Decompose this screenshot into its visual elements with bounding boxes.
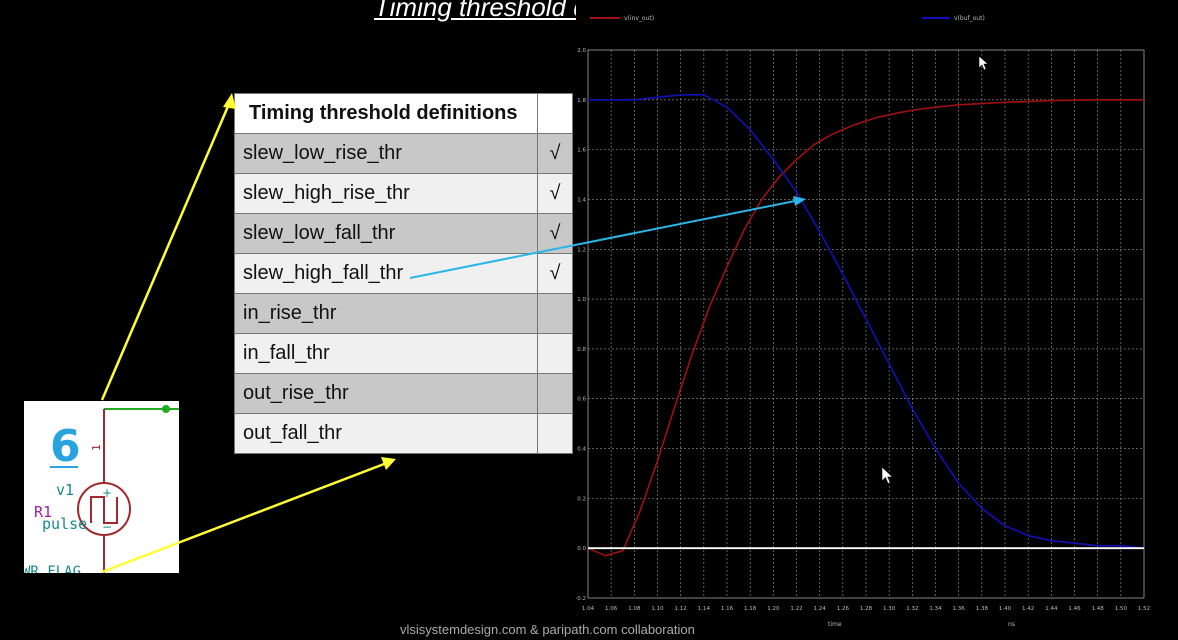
x-tick-label: 1.26 — [837, 606, 850, 612]
y-tick-label: 1.8 — [577, 98, 586, 104]
x-tick-label: 1.34 — [929, 606, 942, 612]
y-tick-label: -0.2 — [576, 596, 586, 602]
plus-sign: + — [102, 486, 112, 500]
x-tick-label: 1.42 — [1022, 606, 1034, 612]
table-header-check-cell — [537, 93, 573, 134]
y-tick-label: 1.2 — [577, 247, 586, 253]
x-tick-label: 1.20 — [767, 606, 780, 612]
legend-entry-inv-out: v(inv_out) — [624, 15, 654, 22]
minus-sign: − — [102, 520, 112, 534]
x-tick-label: 1.46 — [1068, 606, 1081, 612]
checkmark — [537, 373, 573, 414]
table-row: in_fall_thr — [234, 333, 573, 374]
x-tick-label: 1.10 — [651, 606, 664, 612]
flag-label: WR_FLAG — [24, 564, 81, 573]
x-tick-label: 1.08 — [628, 606, 641, 612]
x-tick-label: 1.28 — [860, 606, 873, 612]
threshold-name: slew_low_fall_thr — [234, 213, 538, 254]
table-row: out_fall_thr — [234, 413, 573, 454]
x-axis-unit: ns — [1008, 621, 1015, 628]
waveform-viewer: 1.04 1.06 1.08 1.10 1.12 1.14 1.16 1.18 1.20 1.22… — [576, 0, 1178, 640]
mouse-cursor-icon — [978, 55, 989, 71]
y-tick-label: 0.6 — [577, 397, 586, 403]
x-tick-label: 1.38 — [976, 606, 989, 612]
y-tick-label: 1.6 — [577, 148, 586, 154]
y-tick-label: 1.4 — [577, 197, 586, 203]
x-axis-label: time — [828, 621, 842, 628]
checkmark: √ — [537, 213, 573, 254]
y-tick-label: 0.4 — [577, 447, 586, 453]
pulse-source-schematic: 6 1 + − v1 R1 pulse WR_FLAG — [24, 405, 179, 573]
table-header-row: Timing threshold definitions — [234, 93, 573, 134]
pin-number: 1 — [90, 444, 103, 451]
table-row: in_rise_thr — [234, 293, 573, 334]
table-header-cell: Timing threshold definitions — [234, 93, 538, 134]
x-tick-label: 1.06 — [605, 606, 618, 612]
x-tick-label: 1.40 — [999, 606, 1012, 612]
checkmark — [537, 293, 573, 334]
x-tick-label: 1.22 — [790, 606, 802, 612]
table-row: slew_high_fall_thr √ — [234, 253, 573, 294]
x-tick-label: 1.50 — [1115, 606, 1128, 612]
legend-entry-buf-out: v(buf_out) — [954, 15, 985, 22]
y-tick-label: 0.0 — [577, 546, 586, 552]
threshold-name: in_fall_thr — [234, 333, 538, 374]
threshold-name: slew_high_rise_thr — [234, 173, 538, 214]
waveform-plot: 1.04 1.06 1.08 1.10 1.12 1.14 1.16 1.18 1.20 1.22… — [576, 15, 1150, 628]
yellow-arrowhead-bottom — [381, 457, 396, 470]
y-tick-label: 1.0 — [577, 297, 586, 303]
y-tick-label: 2.0 — [577, 48, 586, 54]
threshold-name: slew_high_fall_thr — [234, 253, 538, 294]
x-tick-label: 1.24 — [814, 606, 827, 612]
y-tick-label: 0.2 — [577, 496, 586, 502]
x-tick-label: 1.30 — [883, 606, 896, 612]
table-row: slew_low_fall_thr √ — [234, 213, 573, 254]
checkmark — [537, 413, 573, 454]
x-tick-label: 1.14 — [698, 606, 711, 612]
threshold-name: in_rise_thr — [234, 293, 538, 334]
x-tick-label: 1.04 — [582, 606, 595, 612]
checkmark: √ — [537, 253, 573, 294]
mouse-cursor-icon — [881, 466, 894, 484]
x-tick-label: 1.16 — [721, 606, 734, 612]
table-row: slew_low_rise_thr √ — [234, 133, 573, 174]
footer-credit: vlsisystemdesign.com & paripath.com coll… — [400, 622, 695, 637]
x-tick-label: 1.36 — [953, 606, 966, 612]
threshold-name: out_rise_thr — [234, 373, 538, 414]
schematic-thumbnail: 6 1 + − v1 R1 pulse WR_FLAG — [24, 401, 179, 573]
checkmark: √ — [537, 173, 573, 214]
yellow-arrow-top — [100, 96, 234, 401]
x-tick-label: 1.52 — [1138, 606, 1150, 612]
threshold-name: slew_low_rise_thr — [234, 133, 538, 174]
x-tick-label: 1.18 — [744, 606, 757, 612]
table-row: slew_high_rise_thr √ — [234, 173, 573, 214]
x-tick-label: 1.48 — [1092, 606, 1105, 612]
source-name: v1 — [56, 481, 74, 499]
timing-threshold-table: Timing threshold definitions slew_low_ri… — [234, 93, 573, 454]
x-tick-label: 1.32 — [906, 606, 918, 612]
source-type: pulse — [42, 515, 87, 533]
x-tick-label: 1.44 — [1045, 606, 1058, 612]
threshold-name: out_fall_thr — [234, 413, 538, 454]
x-tick-label: 1.12 — [675, 606, 687, 612]
y-tick-label: 0.8 — [577, 347, 586, 353]
junction-dot — [162, 405, 170, 413]
schematic-number: 6 — [50, 421, 81, 472]
checkmark: √ — [537, 133, 573, 174]
table-row: out_rise_thr — [234, 373, 573, 414]
checkmark — [537, 333, 573, 374]
